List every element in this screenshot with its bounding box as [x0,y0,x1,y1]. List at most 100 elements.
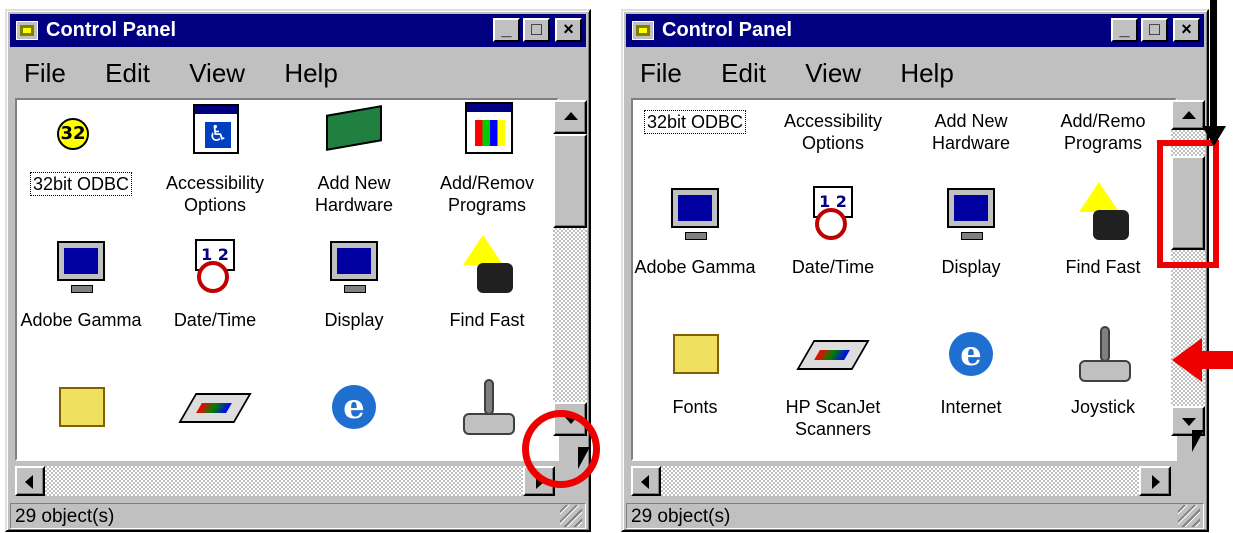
horizontal-scrollbar[interactable] [15,466,555,496]
menu-view[interactable]: View [189,51,245,95]
status-bar: 29 object(s) [626,502,1204,530]
item-accessibility-options[interactable]: ♿ Accessibility Options [145,100,285,216]
monitor-icon [57,241,105,281]
control-panel-window-right: Control Panel _ □ × File Edit View Help … [621,9,1209,532]
highlight-rectangle [1157,140,1219,268]
joystick-icon [484,379,494,415]
menu-view[interactable]: View [805,51,861,95]
item-find-fast[interactable]: Find Fast [1033,182,1173,278]
item-add-remove-programs[interactable]: Add/Remov Programs [417,100,557,216]
item-label: Date/Time [791,257,875,277]
item-fonts[interactable] [17,375,151,449]
scroll-left-button[interactable] [631,466,661,496]
status-text: 29 object(s) [631,506,731,527]
scroll-left-button[interactable] [15,466,45,496]
item-date-time[interactable]: 1 2 Date/Time [145,235,285,331]
vertical-scrollbar[interactable] [553,100,587,436]
internet-icon: e [949,332,993,376]
control-panel-icon[interactable] [16,21,38,40]
control-panel-icon[interactable] [632,21,654,40]
item-label: Add New Hardware [931,111,1011,153]
window-title: Control Panel [46,19,177,41]
item-adobe-gamma[interactable]: Adobe Gamma [633,182,765,278]
item-label: Accessibility Options [783,111,883,153]
item-label: Accessibility Options [165,173,265,215]
item-internet[interactable]: e Internet [901,322,1041,418]
minimize-button[interactable]: _ [493,18,520,42]
fonts-icon [59,387,105,427]
item-date-time[interactable]: 1 2 Date/Time [763,182,903,278]
menu-help[interactable]: Help [284,51,337,95]
scroll-up-button[interactable] [1171,100,1205,130]
resize-grip-icon[interactable] [560,505,582,527]
mouse-pointer-icon [1192,430,1204,452]
item-32bit-odbc[interactable]: 32bit ODBC [633,110,765,134]
add-remove-icon [465,102,513,154]
item-accessibility-options[interactable]: Accessibility Options [763,110,903,154]
maximize-button[interactable]: □ [1141,18,1168,42]
item-label: Add/Remov Programs [439,173,535,215]
window-title: Control Panel [662,19,793,41]
red-arrow-body [1200,351,1233,369]
scanner-icon [796,340,870,370]
maximize-button[interactable]: □ [523,18,550,42]
title-bar[interactable]: Control Panel _ □ × [10,14,586,47]
odbc-icon: 32 [57,104,105,154]
control-panel-window-left: Control Panel _ □ × File Edit View Help … [5,9,591,532]
scroll-thumb[interactable] [553,134,587,228]
item-display[interactable]: Display [284,235,424,331]
down-arrow-head-icon [1202,126,1226,146]
item-joystick[interactable]: Joystick [1033,322,1173,418]
item-label: Add New Hardware [314,173,394,215]
mouse-pointer-icon [578,447,590,469]
horizontal-scrollbar[interactable] [631,466,1171,496]
accessibility-icon: ♿ [193,104,239,154]
item-label: Date/Time [173,310,257,330]
menu-edit[interactable]: Edit [721,51,766,95]
item-label: 32bit ODBC [643,110,747,134]
menu-help[interactable]: Help [900,51,953,95]
item-32bit-odbc[interactable]: 32 32bit ODBC [17,100,151,196]
display-icon [947,188,995,228]
resize-grip-icon[interactable] [1178,505,1200,527]
menu-edit[interactable]: Edit [105,51,150,95]
menu-file[interactable]: File [24,51,66,95]
fonts-icon [673,334,719,374]
item-internet[interactable]: e [284,375,424,449]
internet-icon: e [332,385,376,429]
close-button[interactable]: × [555,18,582,42]
minimize-button[interactable]: _ [1111,18,1138,42]
monitor-icon [671,188,719,228]
item-add-new-hardware[interactable]: Add New Hardware [901,110,1041,154]
display-icon [330,241,378,281]
red-arrow-icon [1172,338,1202,382]
menu-bar: File Edit View Help [10,51,586,95]
icon-view: 32 32bit ODBC ♿ Accessibility Options Ad… [15,98,559,461]
item-scanner[interactable] [145,375,285,449]
item-adobe-gamma[interactable]: Adobe Gamma [17,235,151,331]
item-label: Joystick [1070,397,1135,417]
find-fast-icon [1079,182,1119,212]
scanner-icon [178,393,252,423]
item-label: Internet [940,397,1002,417]
close-button[interactable]: × [1173,18,1200,42]
status-bar: 29 object(s) [10,502,586,530]
item-add-new-hardware[interactable]: Add New Hardware [284,100,424,216]
item-label: Display [324,310,384,330]
item-label: Find Fast [1065,257,1141,277]
item-display[interactable]: Display [901,182,1041,278]
title-bar[interactable]: Control Panel _ □ × [626,14,1204,47]
item-fonts[interactable]: Fonts [633,322,765,418]
menu-bar: File Edit View Help [626,51,1204,95]
down-arrow-icon [1210,0,1217,132]
scroll-up-button[interactable] [553,100,587,134]
scroll-right-button[interactable] [1139,466,1171,496]
item-label: Add/Remo Programs [1060,111,1146,153]
item-label: Adobe Gamma [634,257,756,277]
item-label: Fonts [672,397,718,417]
item-add-remove-programs[interactable]: Add/Remo Programs [1033,110,1173,154]
menu-file[interactable]: File [640,51,682,95]
item-find-fast[interactable]: Find Fast [417,235,557,331]
item-hp-scanjet-scanners[interactable]: HP ScanJet Scanners [763,322,903,440]
item-label: Adobe Gamma [20,310,142,330]
